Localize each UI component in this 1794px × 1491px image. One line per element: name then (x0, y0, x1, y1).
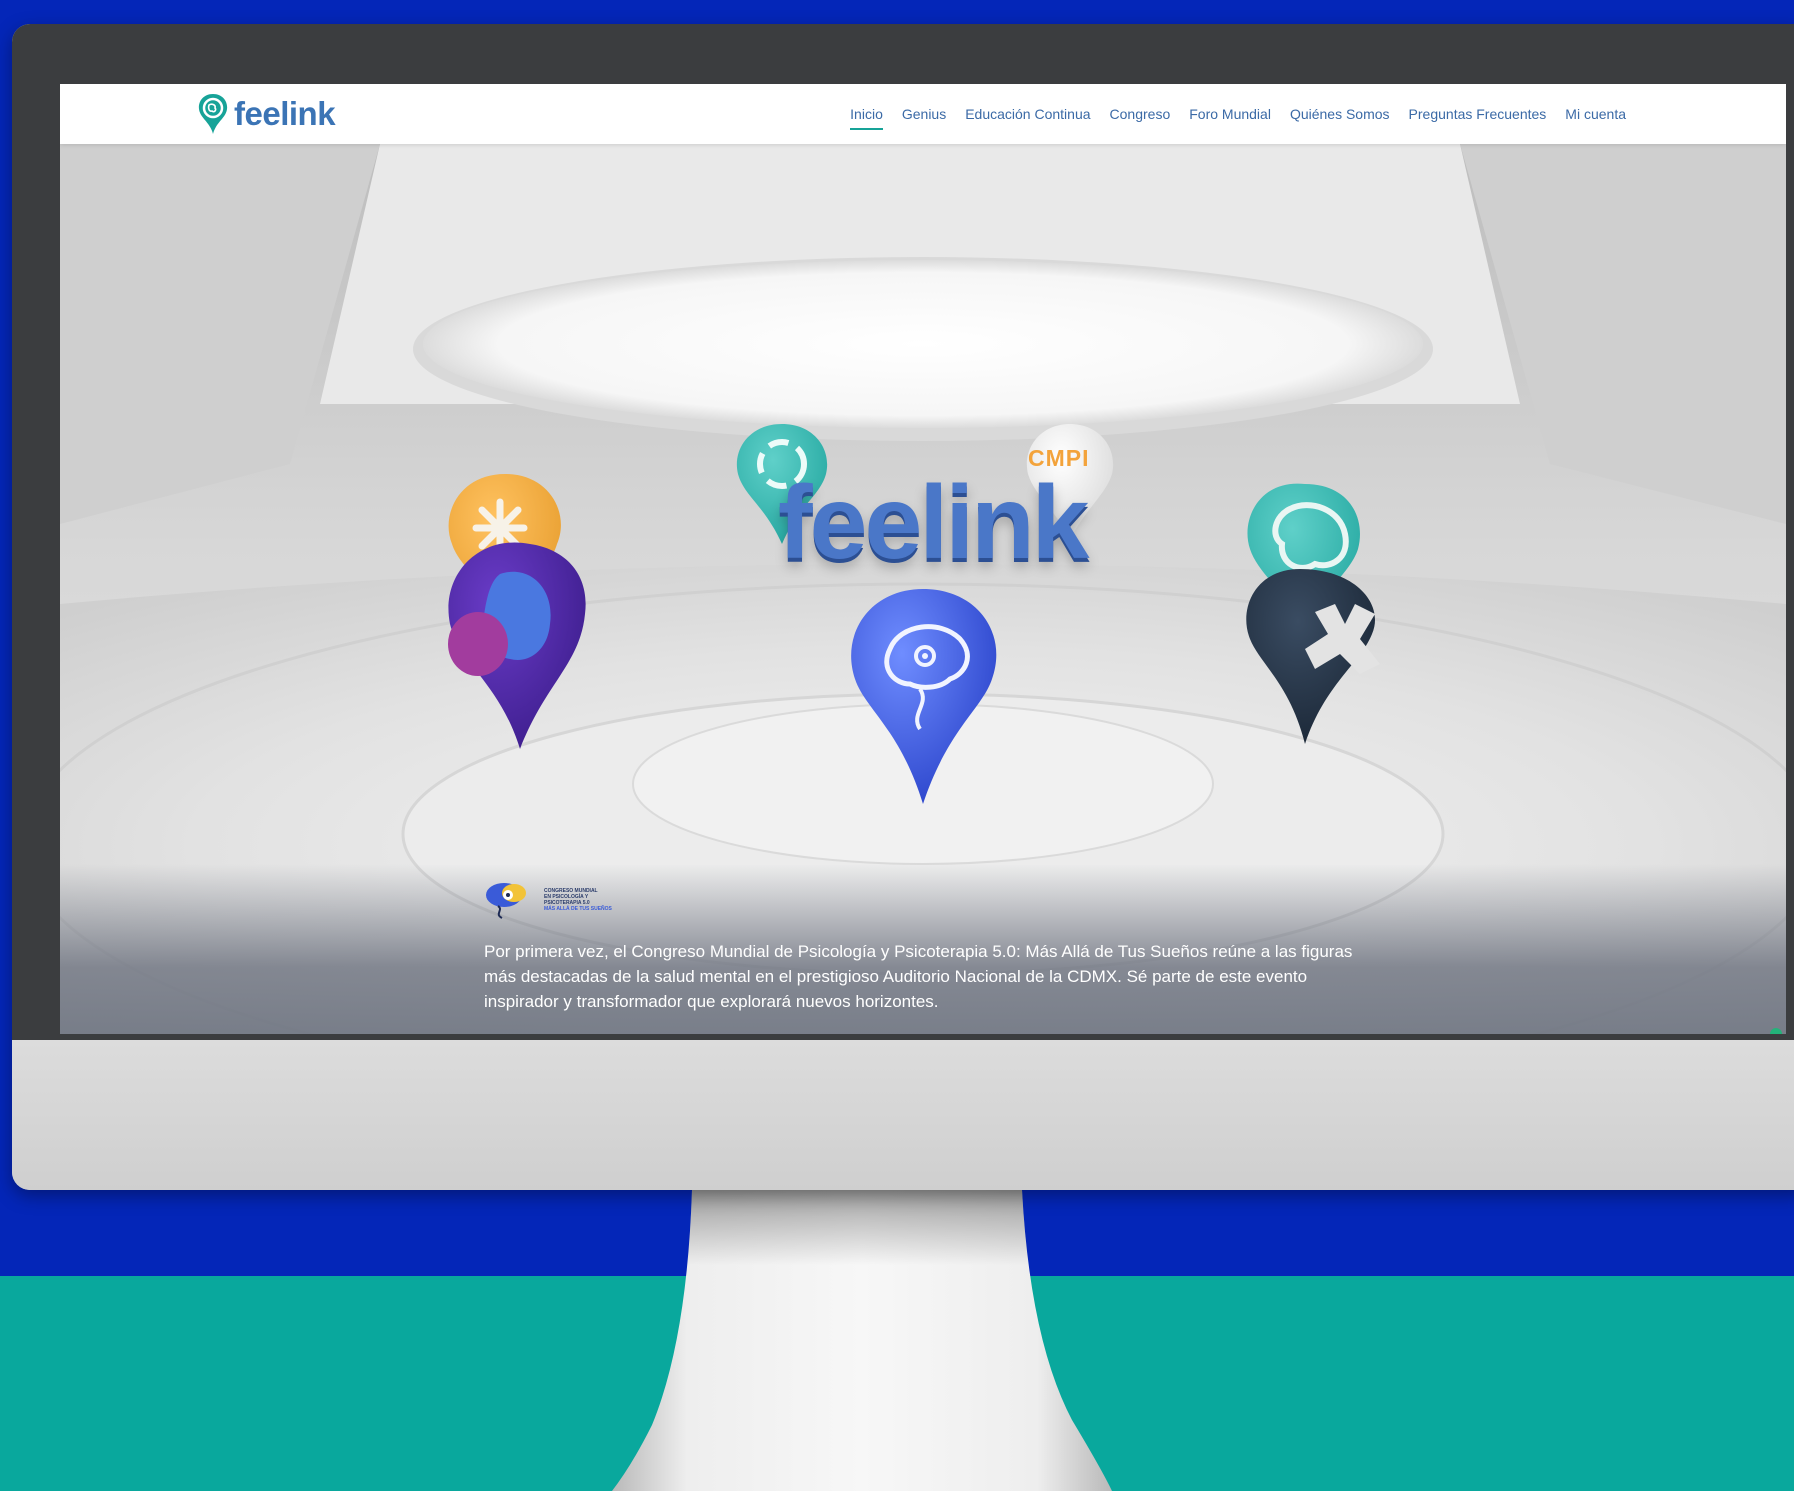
congress-logo-tagline: MÁS ALLÁ DE TUS SUEÑOS (544, 906, 612, 912)
nav-item-congreso[interactable]: Congreso (1110, 106, 1171, 130)
monitor-stand (612, 1190, 1112, 1491)
site-navbar: feelink Inicio Genius Educación Continua… (60, 84, 1786, 144)
chat-indicator-dot[interactable] (1770, 1028, 1782, 1034)
nav-item-preguntas-frecuentes[interactable]: Preguntas Frecuentes (1409, 106, 1547, 130)
congress-logo-icon (486, 883, 526, 919)
hero-feelink-logo-text: feelink (778, 465, 1089, 581)
congress-logo: CONGRESO MUNDIAL EN PSICOLOGÍA Y PSICOTE… (484, 880, 612, 920)
nav-item-inicio[interactable]: Inicio (850, 106, 883, 130)
nav-item-mi-cuenta[interactable]: Mi cuenta (1565, 106, 1626, 130)
cmpi-label: CMPI (1028, 445, 1090, 471)
main-nav: Inicio Genius Educación Continua Congres… (850, 106, 1626, 130)
site-logo[interactable]: feelink (196, 92, 336, 136)
nav-item-quienes-somos[interactable]: Quiénes Somos (1290, 106, 1390, 130)
site-logo-text: feelink (234, 95, 336, 132)
feelink-pin-icon (198, 94, 228, 134)
nav-item-educacion-continua[interactable]: Educación Continua (965, 106, 1090, 130)
browser-screen: feelink CMPI CONGRESO MUNDIAL EN PSICOLO… (60, 84, 1786, 1034)
nav-item-foro-mundial[interactable]: Foro Mundial (1189, 106, 1271, 130)
nav-item-genius[interactable]: Genius (902, 106, 946, 130)
hero-description: Por primera vez, el Congreso Mundial de … (484, 942, 1353, 1011)
monitor-chin (12, 1040, 1794, 1190)
monitor: feelink CMPI CONGRESO MUNDIAL EN PSICOLO… (12, 24, 1794, 1190)
